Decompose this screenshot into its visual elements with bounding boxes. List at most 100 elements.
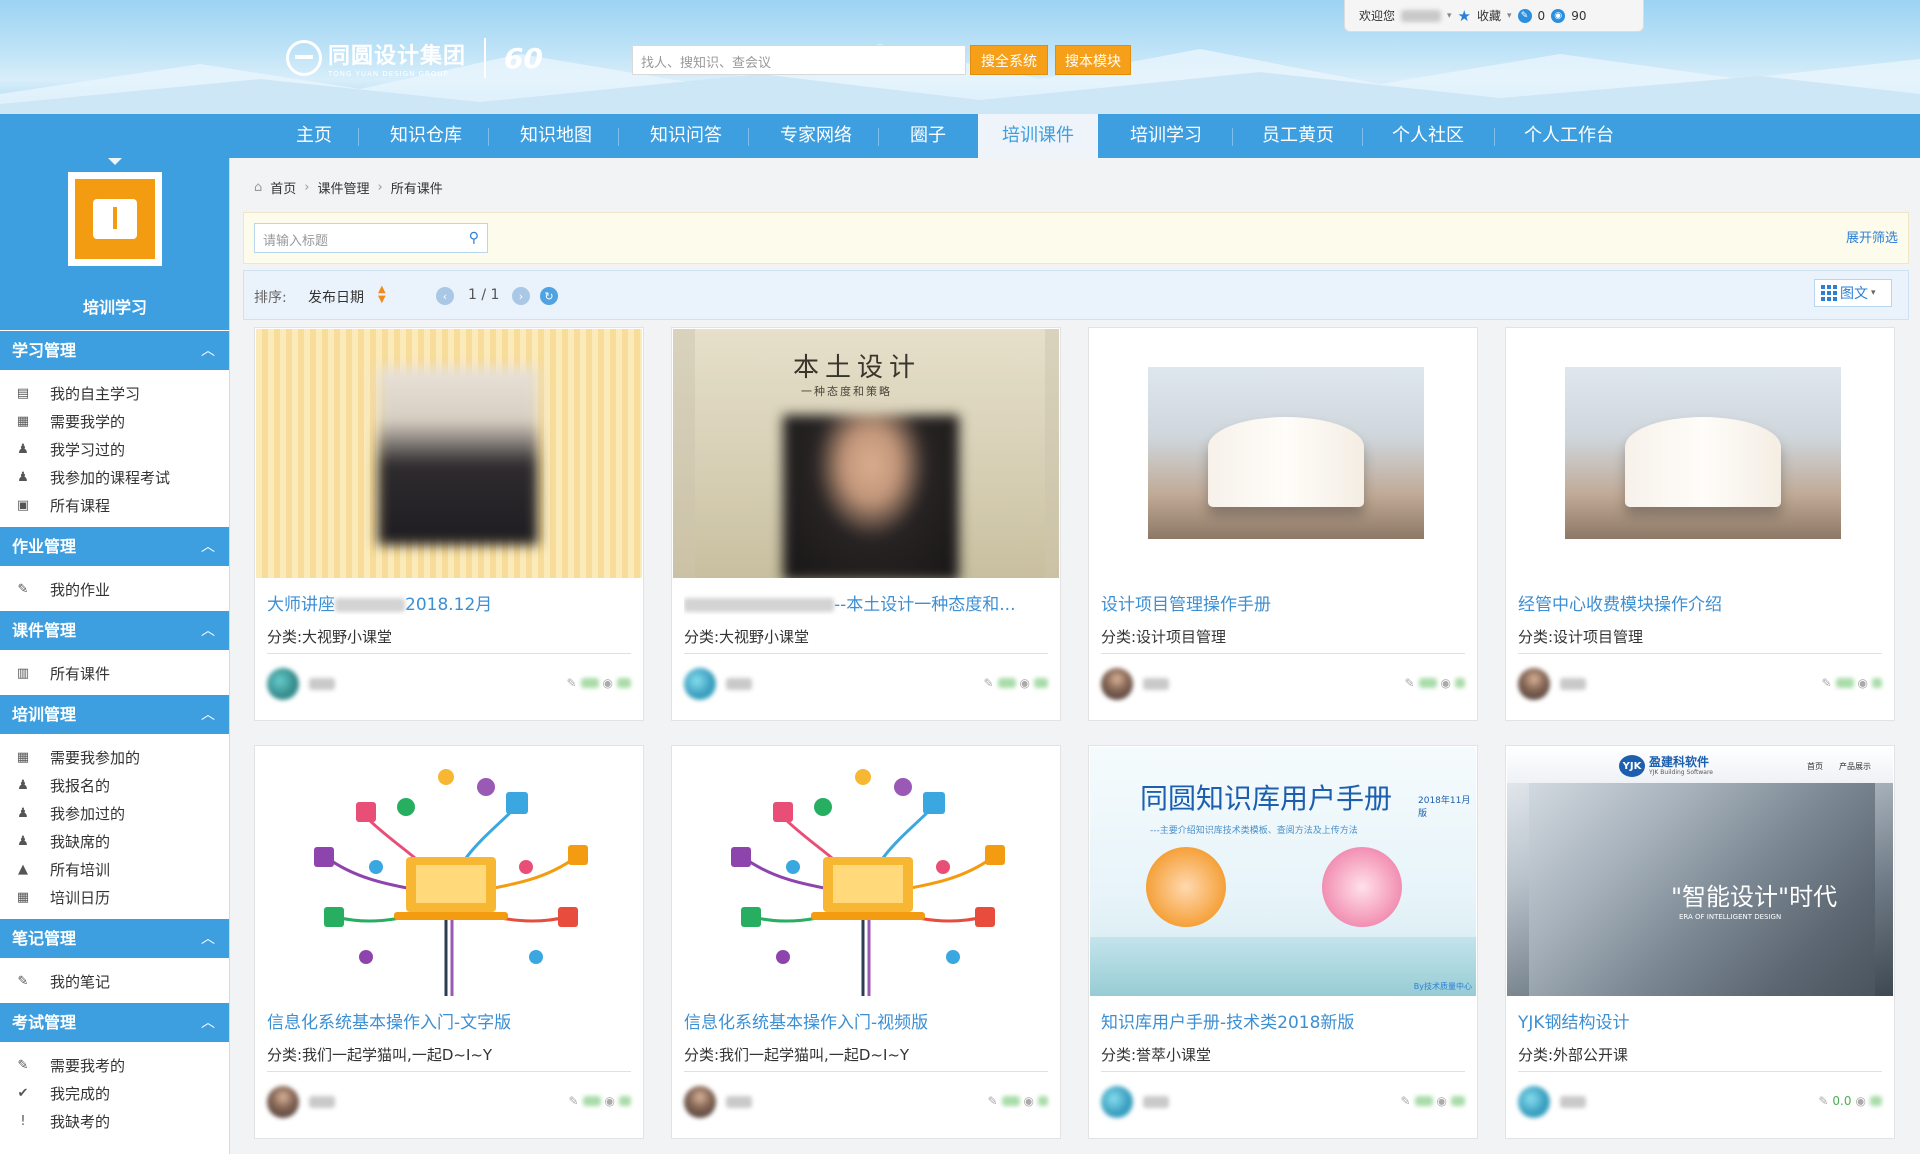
view-mode-toggle[interactable]: 图文 ▾ — [1814, 279, 1892, 307]
author-name-redacted[interactable] — [309, 678, 335, 690]
course-thumbnail[interactable]: 同圆知识库用户手册 2018年11月版 ---主要介绍知识库技术类模板、查阅方法… — [1090, 747, 1476, 996]
chevron-up-icon[interactable]: ︿ — [201, 919, 215, 959]
course-title[interactable]: 经管中心收费模块操作介绍 — [1518, 590, 1880, 615]
breadcrumb-home[interactable]: 首页 — [270, 178, 296, 197]
course-card[interactable]: 信息化系统基本操作入门-视频版 分类:我们一起学猫叫,一起D~I~Y ✎ ◉ — [671, 745, 1061, 1139]
chevron-up-icon[interactable]: ︿ — [201, 527, 215, 567]
sidebar-item-absent[interactable]: ♟ 我缺席的 — [0, 828, 229, 856]
chevron-down-icon[interactable]: ▾ — [1507, 11, 1512, 21]
title-search-input[interactable]: 请输入标题 ⚲ — [254, 223, 488, 253]
eye-icon[interactable]: ◉ — [1551, 8, 1566, 23]
chevron-up-icon[interactable]: ︿ — [201, 695, 215, 735]
avatar[interactable] — [1518, 1086, 1550, 1118]
avatar[interactable] — [267, 668, 299, 700]
course-thumbnail[interactable]: 本土设计 一种态度和策略 — [673, 329, 1059, 578]
nav-circles[interactable]: 圈子 — [900, 114, 956, 158]
view-count[interactable]: 90 — [1571, 9, 1586, 23]
course-title[interactable]: 信息化系统基本操作入门-文字版 — [267, 1008, 629, 1033]
sidebar-item-required-exams[interactable]: ✎ 需要我考的 — [0, 1052, 229, 1080]
author-name-redacted[interactable] — [1143, 1096, 1169, 1108]
author-name-redacted[interactable] — [1560, 678, 1586, 690]
author-name-redacted[interactable] — [309, 1096, 335, 1108]
course-card[interactable]: 本土设计 一种态度和策略 --本土设计一种态度和... 分类:大视野小课堂 ✎ … — [671, 327, 1061, 721]
sidebar-item-my-homework[interactable]: ✎ 我的作业 — [0, 576, 229, 604]
section-training-management[interactable]: 培训管理 ︿ — [0, 694, 229, 734]
sidebar-item-all-courses[interactable]: ▣ 所有课程 — [0, 492, 229, 520]
nav-home[interactable]: 主页 — [280, 114, 348, 158]
breadcrumb-courseware[interactable]: 课件管理 — [317, 178, 369, 197]
section-learning-management[interactable]: 学习管理 ︿ — [0, 330, 229, 370]
sidebar-item-all-courseware[interactable]: ▥ 所有课件 — [0, 660, 229, 688]
course-title[interactable]: --本土设计一种态度和... — [684, 590, 1046, 615]
course-card[interactable]: 经管中心收费模块操作介绍 分类:设计项目管理 ✎ ◉ — [1505, 327, 1895, 721]
avatar[interactable] — [684, 668, 716, 700]
message-count[interactable]: 0 — [1538, 9, 1546, 23]
sidebar-item-self-study[interactable]: ▤ 我的自主学习 — [0, 380, 229, 408]
course-title[interactable]: YJK钢结构设计 — [1518, 1008, 1880, 1033]
section-exam-management[interactable]: 考试管理 ︿ — [0, 1002, 229, 1042]
course-thumbnail[interactable]: YJK 盈建科软件 YJK Building Software 首页 产品展示 … — [1507, 747, 1893, 996]
avatar[interactable] — [267, 1086, 299, 1118]
avatar[interactable] — [1101, 1086, 1133, 1118]
nav-training-courseware[interactable]: 培训课件 — [978, 114, 1098, 158]
message-icon[interactable]: ✎ — [1517, 8, 1532, 23]
avatar[interactable] — [684, 1086, 716, 1118]
section-courseware-management[interactable]: 课件管理 ︿ — [0, 610, 229, 650]
favorites-link[interactable]: 收藏 — [1477, 7, 1501, 24]
course-thumbnail[interactable] — [1507, 329, 1893, 578]
avatar[interactable] — [1101, 668, 1133, 700]
sidebar-item-required-study[interactable]: ▦ 需要我学的 — [0, 408, 229, 436]
sort-toggle-icon[interactable]: ▲ ▼ — [378, 285, 386, 305]
course-thumbnail[interactable] — [1090, 329, 1476, 578]
avatar[interactable] — [1518, 668, 1550, 700]
sidebar-item-attended[interactable]: ♟ 我参加过的 — [0, 800, 229, 828]
chevron-up-icon[interactable]: ︿ — [201, 1003, 215, 1043]
course-thumbnail[interactable] — [256, 329, 642, 578]
course-thumbnail[interactable] — [673, 747, 1059, 996]
nav-training-study[interactable]: 培训学习 — [1120, 114, 1212, 158]
course-card[interactable]: 设计项目管理操作手册 分类:设计项目管理 ✎ ◉ — [1088, 327, 1478, 721]
search-all-button[interactable]: 搜全系统 — [970, 45, 1048, 75]
global-search-input[interactable]: 找人、搜知识、查会议 — [632, 45, 966, 75]
refresh-icon[interactable]: ↻ — [540, 287, 558, 305]
section-notes-management[interactable]: 笔记管理 ︿ — [0, 918, 229, 958]
author-name-redacted[interactable] — [1143, 678, 1169, 690]
nav-personal-community[interactable]: 个人社区 — [1382, 114, 1474, 158]
chevron-up-icon[interactable]: ︿ — [201, 611, 215, 651]
sidebar-item-missed-exams[interactable]: ! 我缺考的 — [0, 1108, 229, 1136]
author-name-redacted[interactable] — [1560, 1096, 1586, 1108]
search-module-button[interactable]: 搜本模块 — [1055, 45, 1131, 75]
sort-by-date[interactable]: 发布日期 — [308, 287, 364, 307]
search-icon[interactable]: ⚲ — [469, 230, 479, 246]
nav-expert-network[interactable]: 专家网络 — [770, 114, 862, 158]
sidebar-item-all-training[interactable]: ▲ 所有培训 — [0, 856, 229, 884]
course-card[interactable]: YJK 盈建科软件 YJK Building Software 首页 产品展示 … — [1505, 745, 1895, 1139]
chevron-up-icon[interactable]: ︿ — [201, 331, 215, 371]
expand-filter-link[interactable]: 展开筛选 — [1846, 227, 1898, 246]
prev-page-icon[interactable]: ‹ — [436, 287, 454, 305]
nav-knowledge-qa[interactable]: 知识问答 — [640, 114, 732, 158]
sidebar-item-course-exams[interactable]: ♟ 我参加的课程考试 — [0, 464, 229, 492]
course-card[interactable]: 大师讲座 2018.12月 分类:大视野小课堂 ✎ ◉ — [254, 327, 644, 721]
section-homework-management[interactable]: 作业管理 ︿ — [0, 526, 229, 566]
author-name-redacted[interactable] — [726, 1096, 752, 1108]
course-title[interactable]: 大师讲座 2018.12月 — [267, 590, 629, 615]
course-thumbnail[interactable] — [256, 747, 642, 996]
next-page-icon[interactable]: › — [512, 287, 530, 305]
sidebar-item-studied[interactable]: ♟ 我学习过的 — [0, 436, 229, 464]
course-title[interactable]: 设计项目管理操作手册 — [1101, 590, 1463, 615]
nav-staff-directory[interactable]: 员工黄页 — [1252, 114, 1344, 158]
course-title[interactable]: 信息化系统基本操作入门-视频版 — [684, 1008, 1046, 1033]
course-card[interactable]: 同圆知识库用户手册 2018年11月版 ---主要介绍知识库技术类模板、查阅方法… — [1088, 745, 1478, 1139]
nav-knowledge-repo[interactable]: 知识仓库 — [380, 114, 472, 158]
course-card[interactable]: 信息化系统基本操作入门-文字版 分类:我们一起学猫叫,一起D~I~Y ✎ ◉ — [254, 745, 644, 1139]
course-title[interactable]: 知识库用户手册-技术类2018新版 — [1101, 1008, 1463, 1033]
sidebar-item-required-training[interactable]: ▦ 需要我参加的 — [0, 744, 229, 772]
author-name-redacted[interactable] — [726, 678, 752, 690]
nav-personal-workbench[interactable]: 个人工作台 — [1516, 114, 1622, 158]
sidebar-item-registered[interactable]: ♟ 我报名的 — [0, 772, 229, 800]
chevron-down-icon[interactable]: ▾ — [1447, 11, 1452, 21]
company-logo[interactable]: 同圆设计集团 TONG YUAN DESIGN GROUP 60 — [286, 38, 543, 78]
sidebar-item-training-calendar[interactable]: ▦ 培训日历 — [0, 884, 229, 912]
sidebar-item-completed-exams[interactable]: ✔ 我完成的 — [0, 1080, 229, 1108]
